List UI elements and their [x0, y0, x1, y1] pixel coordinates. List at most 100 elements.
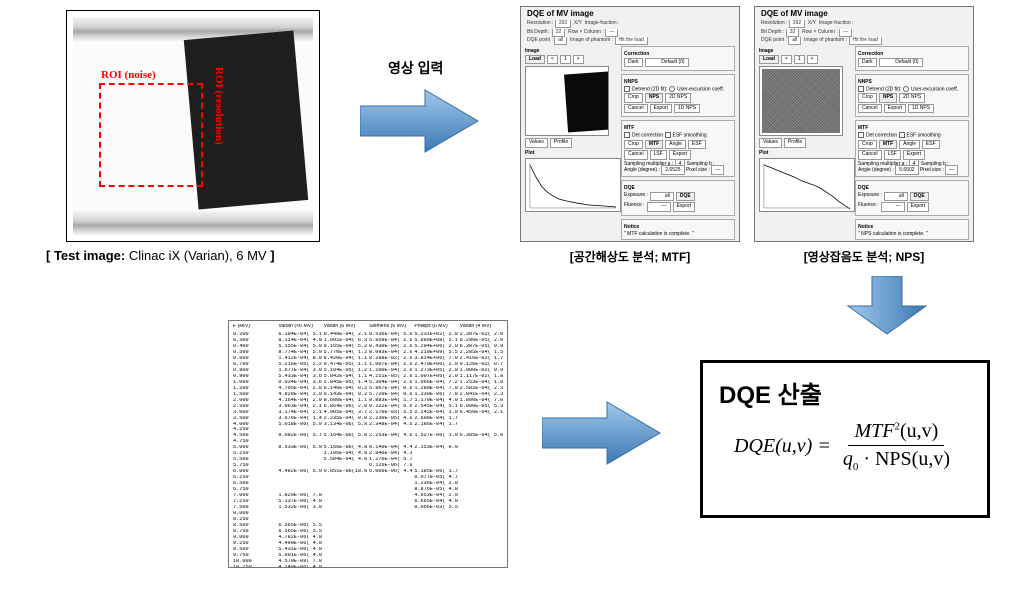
fluence-field-2[interactable]: — [881, 202, 905, 212]
next-button[interactable]: > [573, 55, 584, 65]
table-cell: 4.140E-06( 4.0%) [278, 565, 321, 568]
resolution-field-2[interactable]: 392 [789, 20, 805, 28]
profile-button[interactable]: Profile [550, 138, 572, 148]
dqe-export-button-2[interactable]: Export [907, 202, 929, 212]
index-field[interactable]: 1 [560, 55, 571, 65]
notice-text: " MTF calculation is complete. " [624, 231, 732, 237]
nps1d-button[interactable]: 1D NPS [674, 104, 700, 114]
noise-image-mini [762, 69, 840, 133]
next-button-2[interactable]: > [807, 55, 818, 65]
arrow-top [360, 84, 480, 158]
nnps-crop-button-2[interactable]: Crop [858, 93, 877, 103]
rowcol-field[interactable]: — [605, 29, 618, 37]
dark-button[interactable]: Dark [624, 58, 643, 68]
dqe-export-button[interactable]: Export [673, 202, 695, 212]
section-plot: Plot [525, 150, 617, 156]
table-header-cell: Varian (6 MV) [324, 324, 367, 330]
prev-button[interactable]: < [547, 55, 558, 65]
test-image: ROI (noise) ROI (resolution) [73, 17, 313, 235]
rowcol-field-2[interactable]: — [839, 29, 852, 37]
nps-button-2[interactable]: NPS [879, 93, 897, 103]
detrend-label: Detrend (2D fit): [632, 86, 668, 92]
table-header: F (keV)Varian (<6 MV)Varian (6 MV)Siemen… [233, 324, 503, 330]
fluence-label: Fluence : [624, 202, 645, 212]
detcorr-check[interactable] [624, 132, 630, 138]
mtf-button-2[interactable]: MTF [879, 140, 897, 150]
table-header-cell: Phillips (6 MV) [414, 324, 457, 330]
nnps-export-button-2[interactable]: Export [884, 104, 906, 114]
dqe-formula: DQE(u,v) = MTF2(u,v) q0 · NPS(u,v) [719, 420, 971, 473]
exposure-field[interactable]: all [650, 192, 674, 202]
dark-button-2[interactable]: Dark [858, 58, 877, 68]
nnps-export-button[interactable]: Export [650, 104, 672, 114]
nnps-cancel-button[interactable]: Cancel [624, 104, 648, 114]
nps2d-button[interactable]: 2D NPS [665, 93, 691, 103]
nnps-title-2: NNPS [858, 79, 966, 85]
caption-bracket-close: ] [267, 248, 275, 263]
exposure-field-2[interactable]: all [884, 192, 908, 202]
angle-button-2[interactable]: Angle [899, 140, 920, 150]
nps1d-button-2[interactable]: 1D NPS [908, 104, 934, 114]
userexc-radio[interactable] [669, 86, 675, 92]
esf-button-2[interactable]: ESF [922, 140, 940, 150]
mtf-crop-button[interactable]: Crop [624, 140, 643, 150]
bitdepth-field[interactable]: 32 [552, 29, 566, 37]
prev-button-2[interactable]: < [781, 55, 792, 65]
esf-button[interactable]: ESF [688, 140, 706, 150]
values-button-2[interactable]: Values [759, 138, 782, 148]
dark-field-2[interactable]: Default (0) [879, 58, 923, 68]
dqe-point-field[interactable]: all [554, 37, 567, 45]
nnps-cancel-button-2[interactable]: Cancel [858, 104, 882, 114]
load-button[interactable]: Load [525, 55, 545, 65]
phantom-field-2[interactable]: Hit the load [849, 37, 882, 45]
lsf-button-2[interactable]: LSF [884, 150, 901, 160]
detcorr-check-2[interactable] [858, 132, 864, 138]
angle-button[interactable]: Angle [665, 140, 686, 150]
dqe-button[interactable]: DQE [676, 192, 695, 202]
dqe-point-field-2[interactable]: all [788, 37, 801, 45]
angle-field-2[interactable]: 5.6502 [895, 165, 918, 175]
detrend-check-2[interactable] [858, 86, 864, 92]
values-button[interactable]: Values [525, 138, 548, 148]
pixelsize-field[interactable]: — [711, 165, 724, 175]
mtf-crop-button-2[interactable]: Crop [858, 140, 877, 150]
loaded-edge-image [525, 66, 609, 136]
section-mtf: MTF [624, 125, 732, 131]
userexc-label-2: User-excursion coeff. [911, 86, 958, 92]
section-correction: Correction [624, 51, 732, 57]
dqe-button-2[interactable]: DQE [910, 192, 929, 202]
detrend-check[interactable] [624, 86, 630, 92]
table-cell [414, 565, 457, 568]
nps-curve-icon [760, 159, 854, 212]
lsf-button[interactable]: LSF [650, 150, 667, 160]
table-header-cell: Siemens (6 MV) [369, 324, 412, 330]
mtf-cancel-button[interactable]: Cancel [624, 150, 648, 160]
mtf-block-2: MTF Det correction ESF smoothing CropMTF… [855, 120, 969, 176]
dark-field[interactable]: Default (0) [645, 58, 689, 68]
pixelsize-field-2[interactable]: — [945, 165, 958, 175]
dqe-gui-nps-panel: DQE of MV image Resolution : 392 X/Y Ima… [754, 6, 974, 242]
section-notice: Notice [624, 224, 732, 230]
angle-field[interactable]: 2.6525 [661, 165, 684, 175]
mtf-cancel-button-2[interactable]: Cancel [858, 150, 882, 160]
esfsmooth-check-2[interactable] [899, 132, 905, 138]
bitdepth-field-2[interactable]: 32 [786, 29, 800, 37]
formula-den-nps: · NPS(u,v) [858, 448, 950, 470]
nps2d-button-2[interactable]: 2D NPS [899, 93, 925, 103]
userexc-radio-2[interactable] [903, 86, 909, 92]
fluence-field[interactable]: — [647, 202, 671, 212]
table-cell: 10.250 [233, 565, 276, 568]
corr-title-2: Correction [858, 51, 966, 57]
phantom-field[interactable]: Hit the load [615, 37, 648, 45]
esfsmooth-check[interactable] [665, 132, 671, 138]
profile-button-2[interactable]: Profile [784, 138, 806, 148]
pixelsize-label-2: Pixel size : [920, 167, 944, 173]
resolution-field[interactable]: 392 [555, 20, 571, 28]
angle-label: Angle (degree) : [624, 167, 660, 173]
nps-button[interactable]: NPS [645, 93, 663, 103]
userexc-label: User-excursion coeff. [677, 86, 724, 92]
load-button-2[interactable]: Load [759, 55, 779, 65]
index-field-2[interactable]: 1 [794, 55, 805, 65]
nnps-crop-button[interactable]: Crop [624, 93, 643, 103]
mtf-button[interactable]: MTF [645, 140, 663, 150]
